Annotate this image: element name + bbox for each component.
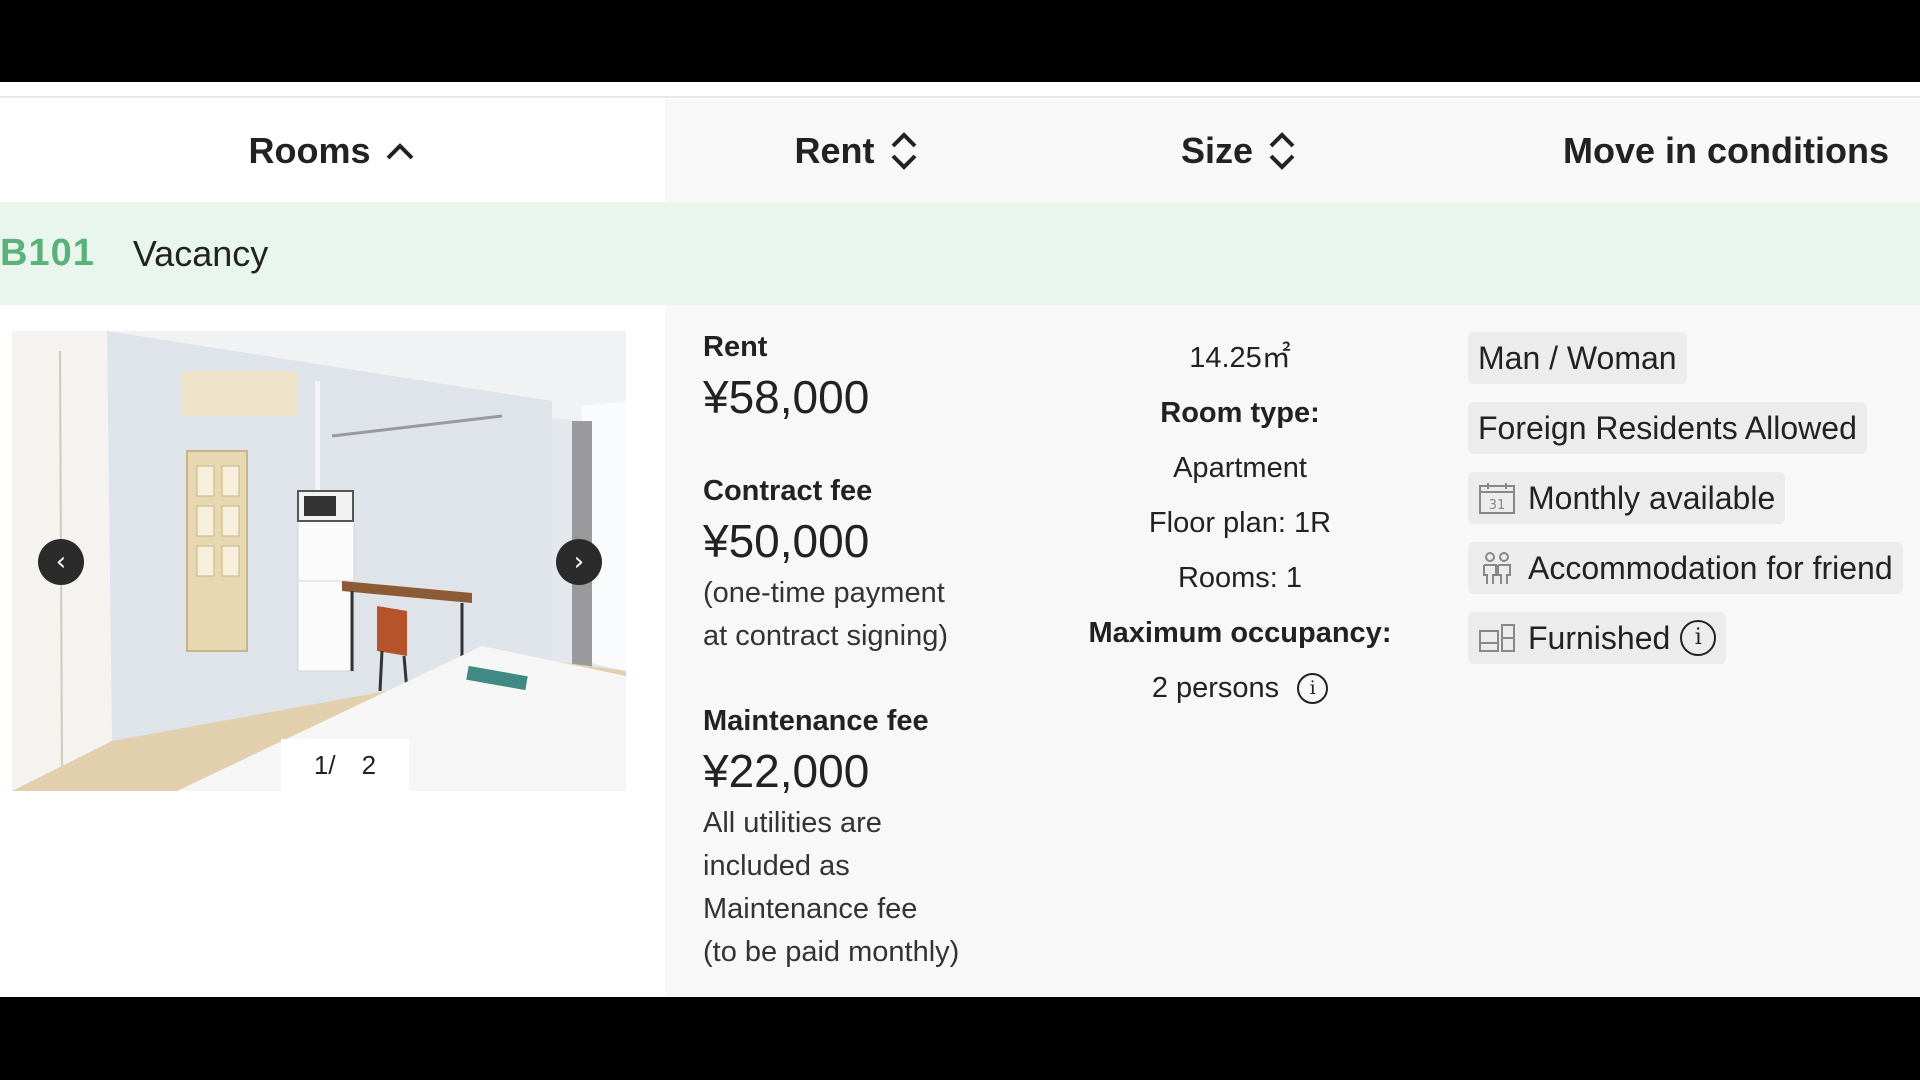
rooms-count-text: Rooms: 1 xyxy=(1177,562,1303,594)
tag-foreign-label: Foreign Residents Allowed xyxy=(1478,409,1857,446)
sort-rent-button[interactable]: Rent xyxy=(665,99,1050,202)
maintenance-note-line: (to be paid monthly) xyxy=(703,936,960,968)
tag-foreign-residents: Foreign Residents Allowed xyxy=(1468,402,1867,454)
table-header: Rooms Rent Size Move in conditions xyxy=(0,99,1920,202)
maintenance-value: ¥22,000 xyxy=(703,745,870,797)
rooms-count: Rooms: 1 xyxy=(1050,551,1430,606)
photo-total: 2 xyxy=(361,749,377,780)
photo-current: 1 xyxy=(313,749,329,780)
contract-label: Contract fee xyxy=(703,475,873,507)
move-in-header: Move in conditions xyxy=(1430,99,1920,202)
letterbox-bottom xyxy=(0,997,1920,1080)
maintenance-block: Maintenance fee ¥22,000 All utilities ar… xyxy=(703,705,959,974)
condition-tags: Man / Woman Foreign Residents Allowed 31… xyxy=(1468,332,1903,682)
maintenance-note: All utilities are included as Maintenanc… xyxy=(703,802,959,974)
sort-rooms-button[interactable]: Rooms xyxy=(0,99,665,202)
maintenance-note-line: included as xyxy=(703,850,850,882)
max-occupancy: 2 persons i xyxy=(1050,661,1430,716)
rent-value: ¥58,000 xyxy=(703,371,870,423)
rent-label: Rent xyxy=(703,331,768,363)
chevron-left-icon: ‹ xyxy=(55,547,67,577)
room-type-label: Room type: xyxy=(1160,397,1320,429)
maintenance-label: Maintenance fee xyxy=(703,705,929,737)
tag-friends: Accommodation for friend xyxy=(1468,542,1903,594)
svg-text:31: 31 xyxy=(1489,498,1506,513)
floor-plan-text: Floor plan: 1R xyxy=(1148,507,1332,539)
size-details: 14.25㎡ Room type: Apartment Floor plan: … xyxy=(1050,331,1430,716)
tag-monthly-label: Monthly available xyxy=(1528,479,1776,516)
size-header-label: Size xyxy=(1180,129,1254,171)
next-photo-button[interactable]: › xyxy=(556,539,602,585)
listing-page: Rooms Rent Size Move in conditions B101 … xyxy=(0,82,1920,997)
tag-gender: Man / Woman xyxy=(1468,332,1687,384)
tag-friends-label: Accommodation for friend xyxy=(1528,549,1893,586)
room-row[interactable]: B101 Vacancy xyxy=(0,202,1920,305)
sort-icon xyxy=(1269,131,1295,170)
contract-note-line: at contract signing) xyxy=(703,620,949,652)
furniture-icon xyxy=(1479,624,1515,652)
divider xyxy=(0,96,1920,98)
size-cell: 14.25㎡ Room type: Apartment Floor plan: … xyxy=(1050,305,1430,997)
contract-note: (one-time payment at contract signing) xyxy=(703,572,948,658)
tag-furnished: Furnished i xyxy=(1468,612,1727,664)
tag-monthly: 31 Monthly available xyxy=(1468,472,1786,524)
people-icon xyxy=(1483,552,1511,584)
status-label: Vacancy xyxy=(132,232,269,274)
conditions-cell: Man / Woman Foreign Residents Allowed 31… xyxy=(1430,305,1920,997)
room-photo[interactable]: ‹ › 1/ 2 xyxy=(12,331,626,791)
room-number: B101 xyxy=(0,232,95,274)
calendar-icon: 31 xyxy=(1479,483,1515,514)
prev-photo-button[interactable]: ‹ xyxy=(38,539,84,585)
rent-cell: Rent ¥58,000 Contract fee ¥50,000 (one-t… xyxy=(665,305,1050,997)
sort-size-button[interactable]: Size xyxy=(1050,99,1430,202)
area-value: 14.25㎡ xyxy=(1189,342,1291,374)
maintenance-note-line: All utilities are xyxy=(703,807,882,839)
contract-block: Contract fee ¥50,000 (one-time payment a… xyxy=(703,475,948,658)
tag-gender-label: Man / Woman xyxy=(1478,339,1677,376)
max-occupancy-value: 2 persons xyxy=(1151,672,1280,704)
photo-separator: / xyxy=(328,749,336,780)
rent-header-label: Rent xyxy=(794,129,875,171)
rooms-header-label: Rooms xyxy=(248,129,371,171)
info-icon[interactable]: i xyxy=(1297,673,1329,704)
move-in-header-label: Move in conditions xyxy=(1563,129,1890,171)
rent-block: Rent ¥58,000 xyxy=(703,331,869,424)
room-photo-image xyxy=(12,331,626,791)
room-type-value: Apartment xyxy=(1173,452,1307,484)
sort-icon xyxy=(891,131,916,170)
maintenance-note-line: Maintenance fee xyxy=(703,893,918,925)
chevron-right-icon: › xyxy=(573,547,585,577)
chevron-up-icon xyxy=(386,142,413,159)
info-icon[interactable]: i xyxy=(1680,620,1717,656)
floor-plan: Floor plan: 1R xyxy=(1050,496,1430,551)
photo-counter: 1/ 2 xyxy=(281,739,409,791)
contract-value: ¥50,000 xyxy=(703,515,870,567)
photo-cell: ‹ › 1/ 2 xyxy=(0,305,665,997)
max-occupancy-label: Maximum occupancy: xyxy=(1088,617,1392,649)
tag-furnished-label: Furnished xyxy=(1528,619,1671,656)
contract-note-line: (one-time payment xyxy=(703,577,945,609)
